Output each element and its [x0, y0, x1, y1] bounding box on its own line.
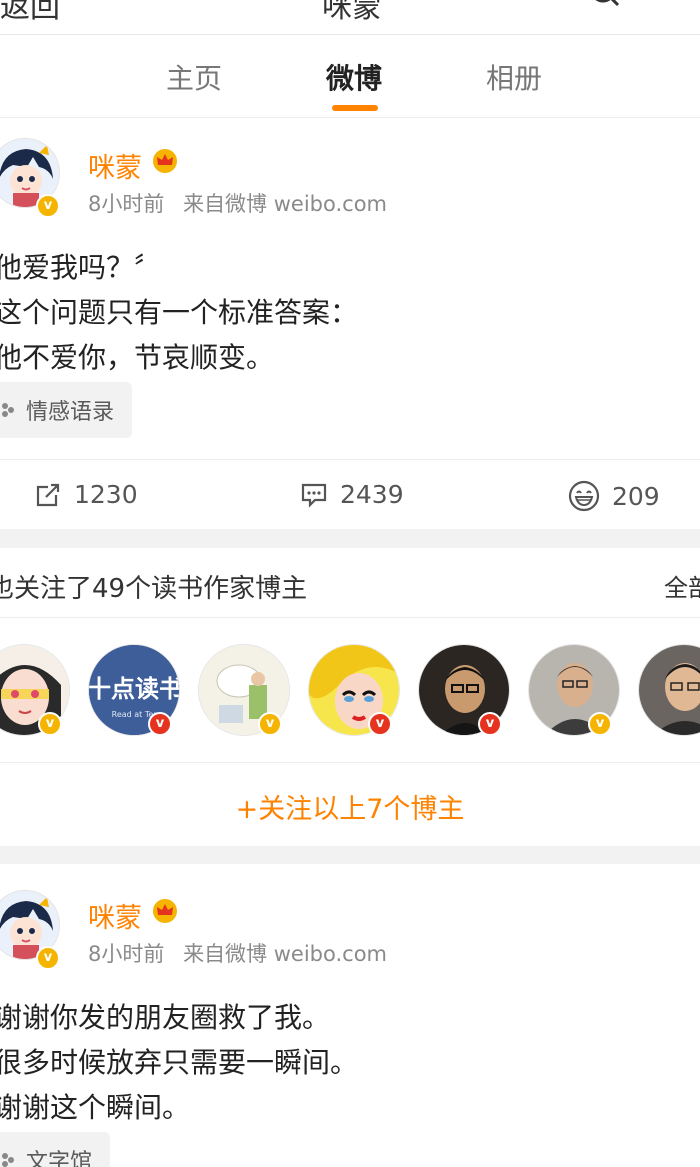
verified-badge: v [36, 946, 60, 970]
topic-tag-label: 文字馆 [26, 1150, 93, 1167]
topic-tag-label: 情感语录 [26, 400, 115, 425]
verified-badge: v [258, 712, 282, 736]
recommend-all-link[interactable]: 全部 [664, 568, 700, 603]
follow-all-button[interactable]: +关注以上7个博主 [0, 762, 700, 846]
writer-photo-avatar-icon [639, 645, 700, 735]
weibo-post[interactable]: v 咪蒙 8小时前 来自微博 weibo.com 谢谢你发的朋友圈救了我。 很多… [0, 864, 700, 1167]
tab-home[interactable]: 主页 [166, 57, 222, 97]
post-source: 来自微博 weibo.com [183, 942, 388, 966]
post-text-line: 谢谢你发的朋友圈救了我。 [0, 1001, 331, 1034]
recommend-avatar-item[interactable] [638, 640, 700, 740]
verified-badge: v [148, 712, 172, 736]
comment-count: 2439 [340, 480, 404, 509]
comment-button[interactable]: 2439 [300, 480, 404, 509]
verified-badge: v [368, 712, 392, 736]
post-text-line: 他爱我吗？〞 [0, 251, 163, 284]
post-meta: 8小时前 来自微博 weibo.com [88, 938, 387, 968]
post-time: 8小时前 [88, 192, 165, 216]
topic-tag-icon [2, 403, 14, 417]
tab-weibo[interactable]: 微博 [326, 57, 382, 97]
avatar[interactable] [638, 644, 700, 736]
like-button[interactable]: 209 [568, 480, 660, 512]
repost-button[interactable]: 1230 [34, 480, 138, 509]
recommend-avatar-item[interactable]: v [198, 640, 298, 740]
recommend-avatar-item[interactable]: 十点读书 Read at Ten v [88, 640, 188, 740]
logo-text: 十点读书 [89, 675, 180, 703]
active-tab-indicator [332, 105, 378, 111]
verified-badge: v [478, 712, 502, 736]
smile-like-icon [568, 480, 600, 512]
search-icon[interactable] [590, 0, 620, 8]
top-nav-bar: 返回 咪蒙 [0, 0, 700, 34]
topic-tag[interactable]: 文字馆 [0, 1132, 111, 1167]
topic-tag-icon [2, 1153, 14, 1167]
verified-badge: v [36, 194, 60, 218]
recommend-avatar-item[interactable]: v [308, 640, 408, 740]
page-title: 咪蒙 [322, 0, 382, 25]
recommend-avatar-item[interactable]: v [528, 640, 628, 740]
weibo-post[interactable]: v 咪蒙 8小时前 来自微博 weibo.com 他爱我吗？〞 这个问题只有一个… [0, 118, 700, 458]
repost-icon [36, 483, 60, 506]
section-divider [0, 529, 700, 548]
recommend-header: 也关注了49个读书作家博主 全部 [0, 548, 700, 618]
post-text-line: 他不爱你，节哀顺变。 [0, 341, 275, 374]
crown-icon [153, 149, 177, 173]
post-text-line: 很多时候放弃只需要一瞬间。 [0, 1046, 359, 1079]
tab-album[interactable]: 相册 [486, 57, 542, 97]
profile-tabs: 主页 微博 相册 [0, 34, 700, 118]
like-count: 209 [612, 481, 660, 511]
post-text-line: 谢谢这个瞬间。 [0, 1091, 191, 1124]
post-source: 来自微博 weibo.com [183, 192, 388, 216]
post-time: 8小时前 [88, 942, 165, 966]
verified-badge: v [588, 712, 612, 736]
recommend-avatar-item[interactable]: v [418, 640, 518, 740]
follow-all-label: +关注以上7个博主 [235, 794, 465, 825]
section-divider [0, 846, 700, 864]
recommend-avatar-item[interactable]: v [0, 640, 78, 740]
username[interactable]: 咪蒙 [88, 146, 142, 185]
post-meta: 8小时前 来自微博 weibo.com [88, 188, 387, 218]
recommend-avatars: v 十点读书 Read at Ten v v v v v [0, 640, 700, 750]
verified-badge: v [38, 712, 62, 736]
comment-icon [301, 483, 327, 508]
post-text-line: 这个问题只有一个标准答案： [0, 296, 359, 329]
crown-icon [153, 899, 177, 923]
repost-count: 1230 [74, 480, 138, 509]
back-button[interactable]: 返回 [0, 0, 60, 26]
recommend-title: 也关注了49个读书作家博主 [0, 574, 308, 604]
post-actions: 1230 2439 209 [0, 459, 700, 529]
username[interactable]: 咪蒙 [88, 896, 142, 935]
topic-tag[interactable]: 情感语录 [0, 382, 133, 438]
